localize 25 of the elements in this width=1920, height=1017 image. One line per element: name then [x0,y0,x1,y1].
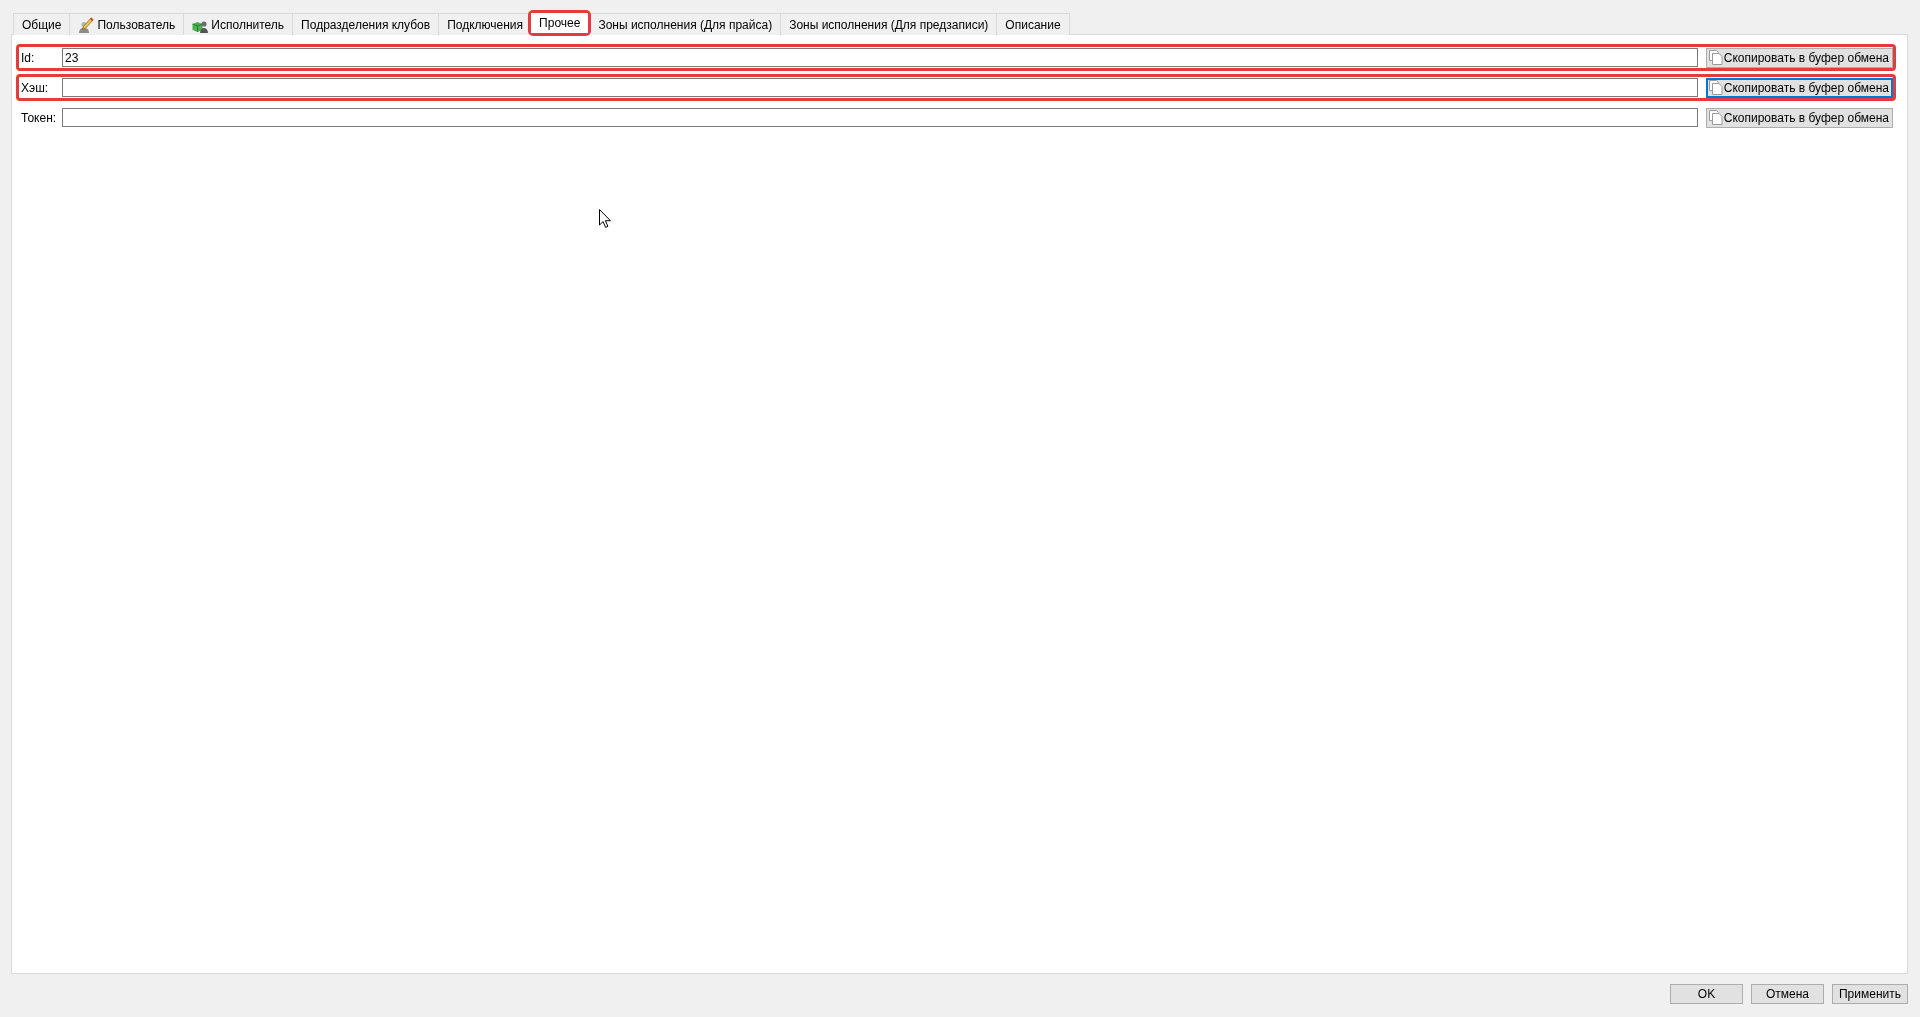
field-label: Хэш: [20,80,50,95]
copy-icon [1708,50,1723,65]
tab[interactable]: Описание [996,13,1070,35]
tab[interactable]: Подразделения клубов [292,13,440,35]
tab[interactable]: Прочее [531,13,589,33]
tab[interactable]: Зоны исполнения (Для предзаписи) [780,13,998,35]
tab[interactable]: Зоны исполнения (Для прайса) [589,13,782,35]
tab[interactable]: Пользователь [69,13,185,35]
field-label: Id: [20,50,36,65]
dialog-button[interactable]: Применить [1832,984,1908,1004]
copy-button[interactable]: Скопировать в буфер обмена [1705,77,1893,98]
dialog-button[interactable]: Отмена [1751,984,1824,1004]
text-field[interactable] [62,78,1698,97]
field-label: Токен: [20,110,58,125]
copy-button[interactable]: Скопировать в буфер обмена [1705,47,1893,68]
copy-icon [1708,110,1723,125]
dialog-button[interactable]: OK [1670,984,1743,1004]
copy-button[interactable]: Скопировать в буфер обмена [1705,107,1893,128]
person-pencil-icon [78,16,95,33]
copy-icon [1708,80,1723,95]
tab[interactable]: Исполнитель [183,13,294,35]
tab[interactable]: Общие [13,13,71,35]
text-field[interactable]: 23 [62,48,1698,67]
mouse-pointer-icon [599,209,611,228]
text-field[interactable] [62,108,1698,127]
